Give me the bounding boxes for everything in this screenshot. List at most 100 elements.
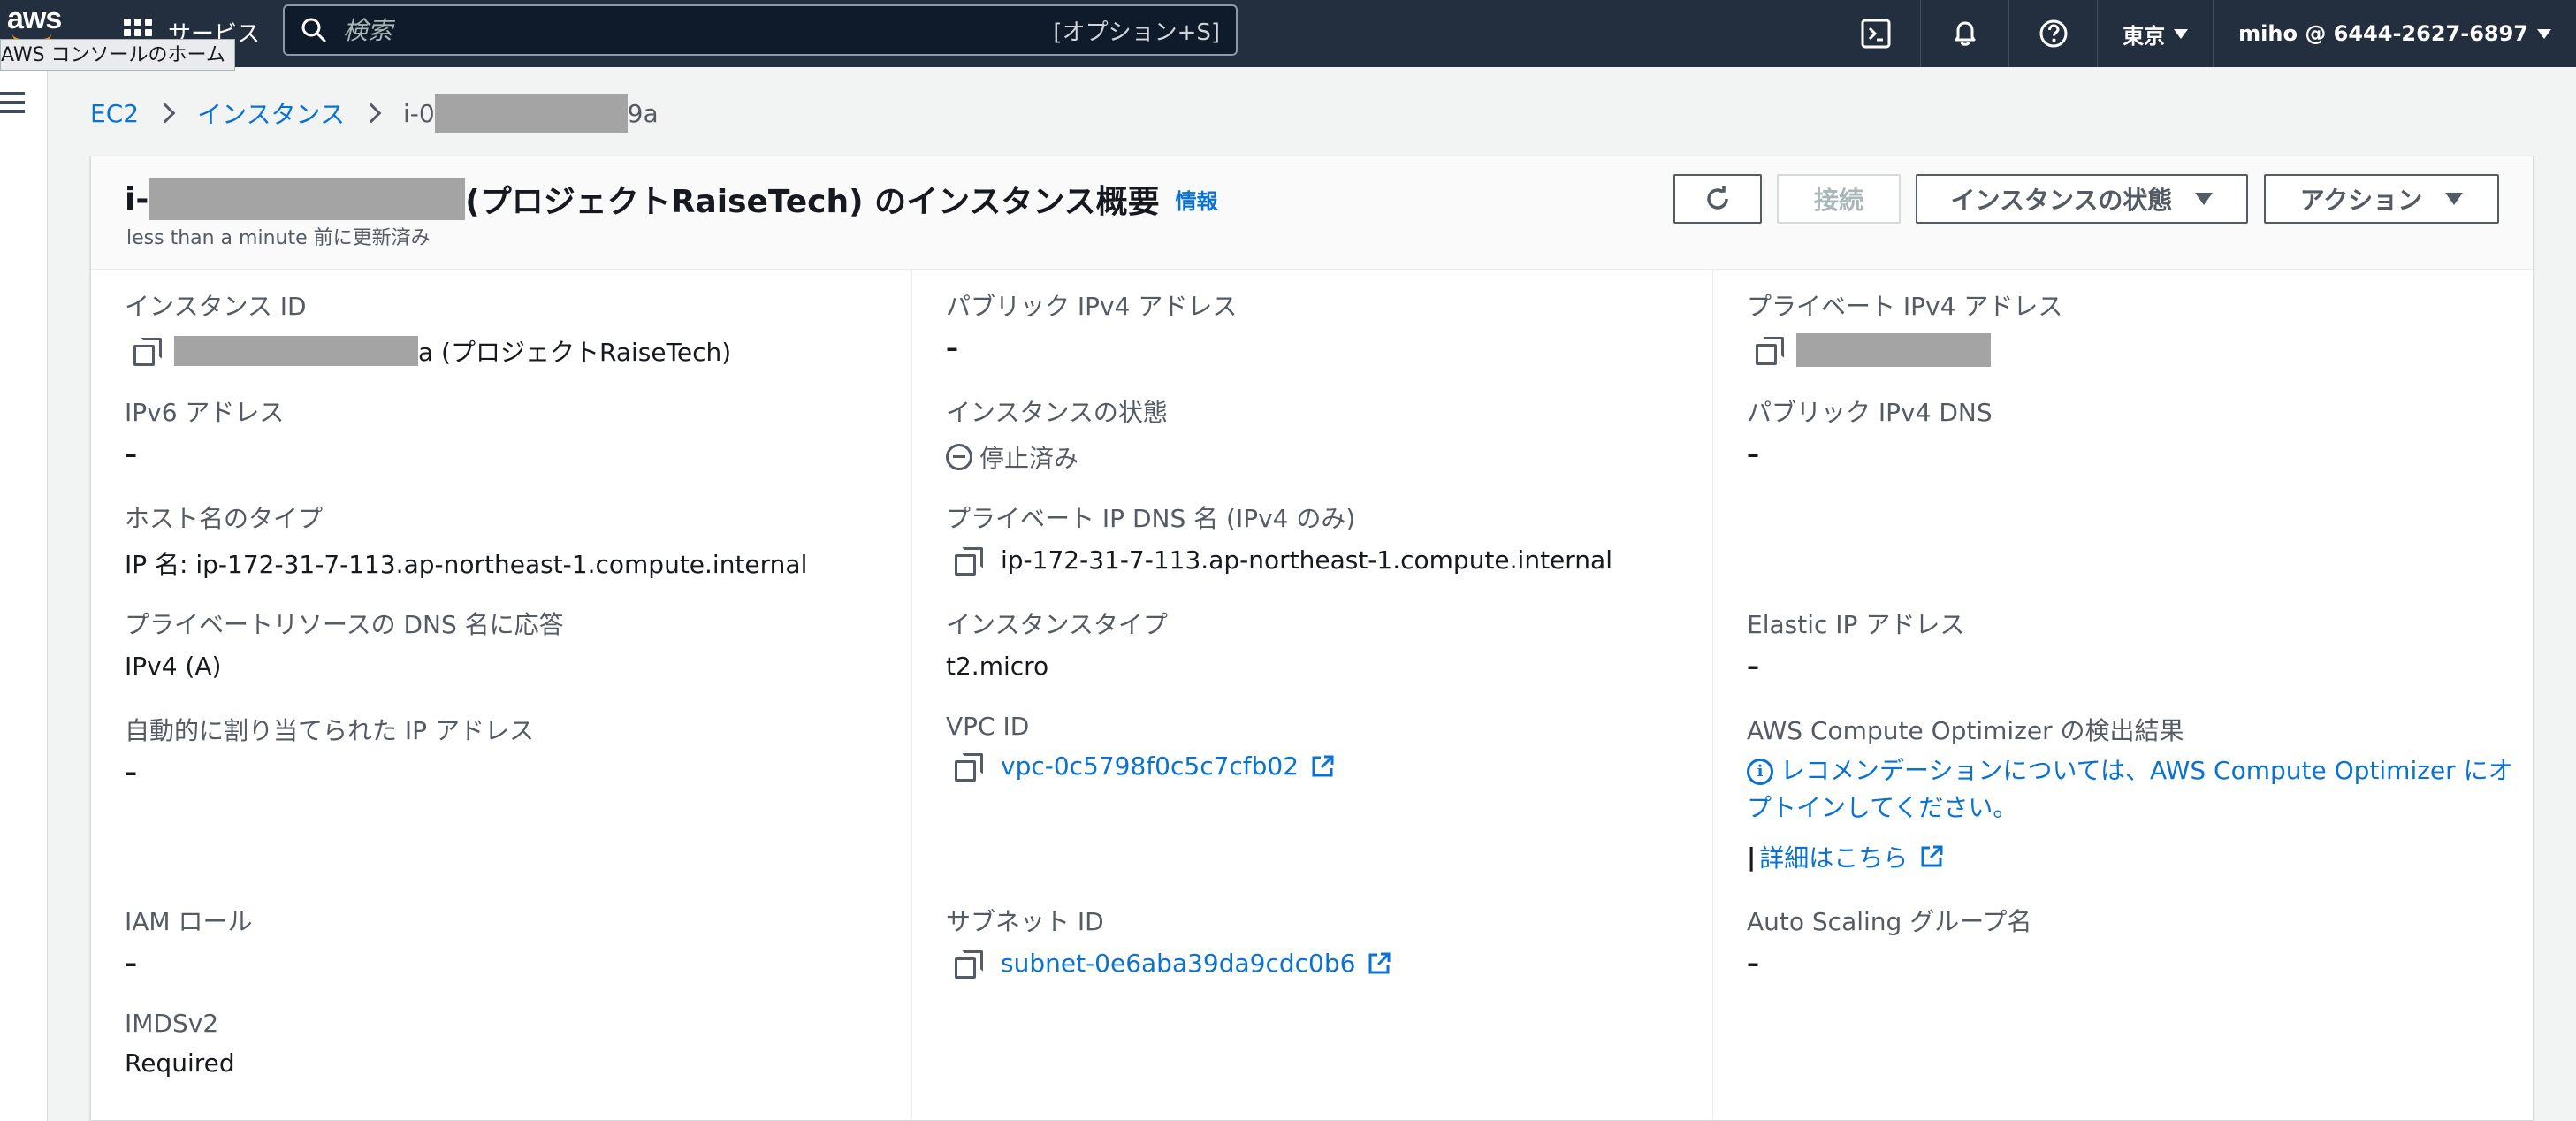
field-label: プライベート IP DNS 名 (IPv4 のみ) <box>946 504 1356 533</box>
search-input[interactable] <box>343 15 1054 45</box>
side-navigation <box>0 67 48 1121</box>
info-link[interactable]: 情報 <box>1176 184 1218 215</box>
field-label: AWS Compute Optimizer の検出結果 <box>1747 716 2184 745</box>
learn-more-link[interactable]: 詳細はこちら <box>1759 839 1908 874</box>
field-label: サブネット ID <box>946 907 1104 936</box>
learn-more-row: | 詳細はこちら <box>1747 839 2525 874</box>
caret-down-icon <box>2195 193 2214 205</box>
copy-icon[interactable] <box>133 338 162 366</box>
separator-bar: | <box>1747 842 1757 872</box>
external-link-icon[interactable] <box>1366 950 1392 977</box>
account-caret-icon <box>2537 28 2551 39</box>
search-icon <box>301 18 326 42</box>
external-link-icon[interactable] <box>1918 843 1945 870</box>
field-label: プライベート IPv4 アドレス <box>1747 292 2063 321</box>
details-column-2: パブリック IPv4 アドレス – インスタンスの状態 停止済み プライベート … <box>911 270 1712 1121</box>
breadcrumb-instances[interactable]: インスタンス <box>197 95 345 131</box>
instance-id-suffix: a (プロジェクトRaiseTech) <box>418 338 732 367</box>
search-box[interactable]: [オプション+S] <box>283 4 1238 56</box>
field-label: IPv6 アドレス <box>125 398 285 427</box>
field-label: ホスト名のタイプ <box>125 504 324 533</box>
account-label: miho @ 6444-2627-6897 <box>2238 21 2528 46</box>
field-resource-dns: プライベートリソースの DNS 名に応答 IPv4 (A) <box>125 606 564 681</box>
details-column-1: インスタンス ID a (プロジェクトRaiseTech) IPv6 アドレス … <box>91 270 911 1121</box>
aws-logo[interactable]: aws <box>7 2 69 42</box>
chevron-right-icon <box>361 103 382 124</box>
stopped-icon <box>946 444 972 470</box>
vpc-id-link[interactable]: vpc-0c5798f0c5c7cfb02 <box>1001 751 1299 781</box>
region-label: 東京 <box>2123 23 2166 49</box>
actions-label: アクション <box>2299 186 2423 215</box>
instance-state-button[interactable]: インスタンスの状態 <box>1916 174 2248 224</box>
caret-down-icon <box>2445 193 2464 205</box>
field-label: プライベートリソースの DNS 名に応答 <box>125 610 564 639</box>
redacted-block <box>174 336 418 366</box>
copy-icon[interactable] <box>955 546 983 576</box>
field-value: t2.micro <box>946 652 1049 681</box>
field-label: IAM ロール <box>125 907 253 936</box>
cloudshell-icon <box>1861 19 1891 49</box>
search-shortcut: [オプション+S] <box>1053 19 1220 46</box>
cloudshell-button[interactable] <box>1832 0 1920 67</box>
copy-icon[interactable] <box>955 949 983 979</box>
hamburger-menu-icon[interactable] <box>0 92 27 118</box>
field-value: – <box>1747 652 1759 681</box>
instance-state-label: インスタンスの状態 <box>1950 186 2173 215</box>
field-value: IP 名: ip-172-31-7-113.ap-northeast-1.com… <box>125 550 808 579</box>
home-tooltip: AWS コンソールのホーム <box>0 39 235 71</box>
top-navigation: aws AWS コンソールのホーム サービス [オプション+S] <box>0 0 2576 71</box>
field-value: subnet-0e6aba39da9cdc0b6 <box>946 949 1392 979</box>
page-title: i- (プロジェクトRaiseTech) のインスタンス概要 情報 <box>125 176 1218 222</box>
field-public-dns: パブリック IPv4 DNS – <box>1747 393 1993 469</box>
refresh-button[interactable] <box>1673 174 1762 224</box>
field-iam-role: IAM ロール – <box>125 903 252 978</box>
field-subnet-id: サブネット ID subnet-0e6aba39da9cdc0b6 <box>946 903 1392 979</box>
notifications-button[interactable] <box>1920 0 2008 67</box>
field-private-ip-dns: プライベート IP DNS 名 (IPv4 のみ) ip-172-31-7-11… <box>946 499 1612 576</box>
refresh-icon <box>1707 186 1728 210</box>
subnet-id-link[interactable]: subnet-0e6aba39da9cdc0b6 <box>1001 949 1355 978</box>
title-suffix: (プロジェクトRaiseTech) のインスタンス概要 <box>465 184 1160 220</box>
field-label: インスタンスタイプ <box>946 610 1168 639</box>
help-button[interactable] <box>2008 0 2097 67</box>
account-menu[interactable]: miho @ 6444-2627-6897 <box>2213 0 2576 67</box>
redacted-block <box>149 178 466 220</box>
field-value: – <box>1747 949 1759 978</box>
field-value: – <box>125 439 137 469</box>
field-value: IPv4 (A) <box>125 652 222 681</box>
field-imdsv2: IMDSv2 Required <box>125 1009 235 1078</box>
field-compute-optimizer: AWS Compute Optimizer の検出結果 i レコメンデーションにつ… <box>1747 712 2525 874</box>
copy-icon[interactable] <box>955 752 983 782</box>
copy-icon[interactable] <box>1756 337 1784 365</box>
field-ipv6: IPv6 アドレス – <box>125 393 284 469</box>
field-value: vpc-0c5798f0c5c7cfb02 <box>946 751 1336 782</box>
actions-button[interactable]: アクション <box>2264 174 2499 224</box>
field-label: パブリック IPv4 アドレス <box>946 292 1238 321</box>
field-vpc-id: VPC ID vpc-0c5798f0c5c7cfb02 <box>946 712 1336 782</box>
breadcrumb: EC2 インスタンス i-0 9a <box>90 94 659 133</box>
field-label: IMDSv2 <box>125 1009 219 1038</box>
field-elastic-ip: Elastic IP アドレス – <box>1747 606 1964 681</box>
field-value: ip-172-31-7-113.ap-northeast-1.compute.i… <box>946 545 1612 576</box>
breadcrumb-current-prefix: i-0 <box>402 98 435 128</box>
field-value: 停止済み <box>946 439 1168 475</box>
optimizer-message[interactable]: i レコメンデーションについては、AWS Compute Optimizer にオ… <box>1747 752 2525 827</box>
field-public-ipv4: パブリック IPv4 アドレス – <box>946 287 1237 362</box>
field-instance-id: インスタンス ID a (プロジェクトRaiseTech) <box>125 287 731 369</box>
last-updated-text: less than a minute 前に更新済み <box>126 227 431 249</box>
field-label: Elastic IP アドレス <box>1747 610 1965 639</box>
aws-logo-text: aws <box>7 2 62 35</box>
breadcrumb-ec2[interactable]: EC2 <box>90 99 139 128</box>
instance-state-value: 停止済み <box>979 444 1079 473</box>
chevron-right-icon <box>155 103 176 124</box>
field-instance-state: インスタンスの状態 停止済み <box>946 393 1168 475</box>
panel-header: i- (プロジェクトRaiseTech) のインスタンス概要 情報 less t… <box>91 156 2533 270</box>
field-label: パブリック IPv4 DNS <box>1747 398 1993 427</box>
field-value: – <box>946 333 958 362</box>
field-value: a (プロジェクトRaiseTech) <box>125 333 731 369</box>
external-link-icon[interactable] <box>1309 753 1336 780</box>
connect-button[interactable]: 接続 <box>1777 174 1901 224</box>
field-value: – <box>125 949 137 978</box>
breadcrumb-current: i-0 9a <box>403 94 659 133</box>
region-selector[interactable]: 東京 <box>2097 0 2213 67</box>
